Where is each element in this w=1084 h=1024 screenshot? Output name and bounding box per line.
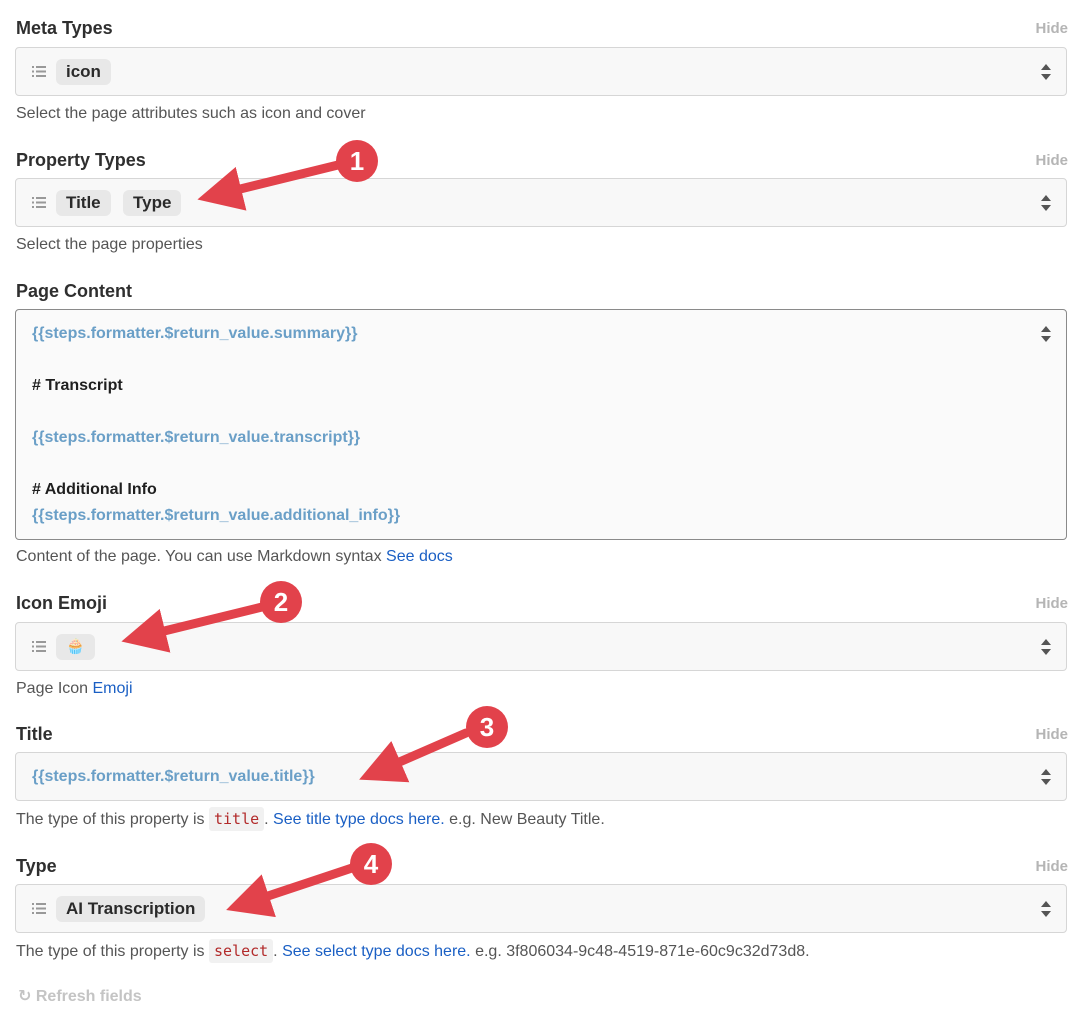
refresh-fields-button[interactable]: ↻ Refresh fields	[18, 986, 142, 1006]
property-types-label: Property Types	[16, 150, 146, 170]
type-hide-button[interactable]: Hide	[1035, 858, 1068, 875]
sort-arrows-icon	[1041, 901, 1051, 917]
meta-types-label: Meta Types	[16, 18, 113, 38]
content-line: {{steps.formatter.$return_value.addition…	[32, 507, 401, 524]
emoji-chip[interactable]: 🧁	[56, 634, 95, 660]
meta-types-hide-button[interactable]: Hide	[1035, 20, 1068, 37]
list-icon	[32, 903, 46, 914]
title-value: {{steps.formatter.$return_value.title}}	[32, 768, 315, 785]
title-help-suffix: e.g. New Beauty Title.	[444, 811, 605, 828]
type-chip[interactable]: AI Transcription	[56, 896, 206, 922]
annotation-badge-3: 3	[466, 706, 508, 748]
title-docs-link[interactable]: See title type docs here.	[273, 811, 445, 828]
icon-emoji-help-text: Page Icon	[16, 680, 93, 697]
sort-arrows-icon	[1041, 769, 1051, 785]
annotation-badge-2: 2	[260, 581, 302, 623]
page-content-textarea[interactable]: {{steps.formatter.$return_value.summary}…	[15, 309, 1067, 540]
select-docs-link[interactable]: See select type docs here.	[282, 943, 471, 960]
emoji-link[interactable]: Emoji	[93, 680, 133, 697]
refresh-icon: ↻	[18, 988, 36, 1005]
page-content-help-text: Content of the page. You can use Markdow…	[16, 548, 387, 565]
meta-types-help: Select the page attributes such as icon …	[16, 105, 366, 122]
annotation-badge-1: 1	[336, 140, 378, 182]
title-hide-button[interactable]: Hide	[1035, 726, 1068, 743]
refresh-fields-label: Refresh fields	[35, 988, 142, 1005]
meta-types-select[interactable]: icon	[15, 47, 1067, 96]
title-input[interactable]: {{steps.formatter.$return_value.title}}	[15, 752, 1067, 801]
type-select[interactable]: AI Transcription	[15, 884, 1067, 933]
type-label: Type	[16, 856, 57, 876]
type-help-suffix: e.g. 3f806034-9c48-4519-871e-60c9c32d73d…	[470, 943, 810, 960]
annotation-badge-4: 4	[350, 843, 392, 885]
content-line: # Transcript	[32, 377, 123, 394]
select-type-code: select	[208, 939, 274, 963]
title-help: The type of this property is title. See …	[16, 807, 605, 831]
icon-emoji-select[interactable]: 🧁	[15, 622, 1067, 671]
type-help: The type of this property is select. See…	[16, 939, 810, 963]
list-icon	[32, 641, 46, 652]
content-line: # Additional Info	[32, 481, 157, 498]
page-content-help: Content of the page. You can use Markdow…	[16, 548, 453, 566]
list-icon	[32, 66, 46, 77]
type-help-prefix: The type of this property is	[16, 943, 209, 960]
sort-arrows-icon	[1041, 64, 1051, 80]
property-types-hide-button[interactable]: Hide	[1035, 152, 1068, 169]
content-line: {{steps.formatter.$return_value.transcri…	[32, 429, 361, 446]
title-type-code: title	[208, 807, 265, 831]
property-types-select[interactable]: Title Type	[15, 178, 1067, 227]
see-docs-link[interactable]: See docs	[386, 548, 453, 565]
sort-arrows-icon	[1041, 639, 1051, 655]
title-label: Title	[16, 724, 53, 744]
icon-emoji-hide-button[interactable]: Hide	[1035, 595, 1068, 612]
property-type-chip-title[interactable]: Title	[56, 190, 111, 216]
property-types-help: Select the page properties	[16, 236, 203, 253]
icon-emoji-label: Icon Emoji	[16, 593, 108, 613]
list-icon	[32, 197, 46, 208]
title-help-prefix: The type of this property is	[16, 811, 209, 828]
sort-arrows-icon	[1041, 195, 1051, 211]
content-line: {{steps.formatter.$return_value.summary}…	[32, 325, 358, 342]
icon-emoji-help: Page Icon Emoji	[16, 680, 133, 698]
page-content-label: Page Content	[16, 281, 133, 301]
meta-type-chip[interactable]: icon	[56, 59, 111, 85]
property-type-chip-type[interactable]: Type	[123, 190, 182, 216]
sort-arrows-icon	[1041, 326, 1051, 342]
